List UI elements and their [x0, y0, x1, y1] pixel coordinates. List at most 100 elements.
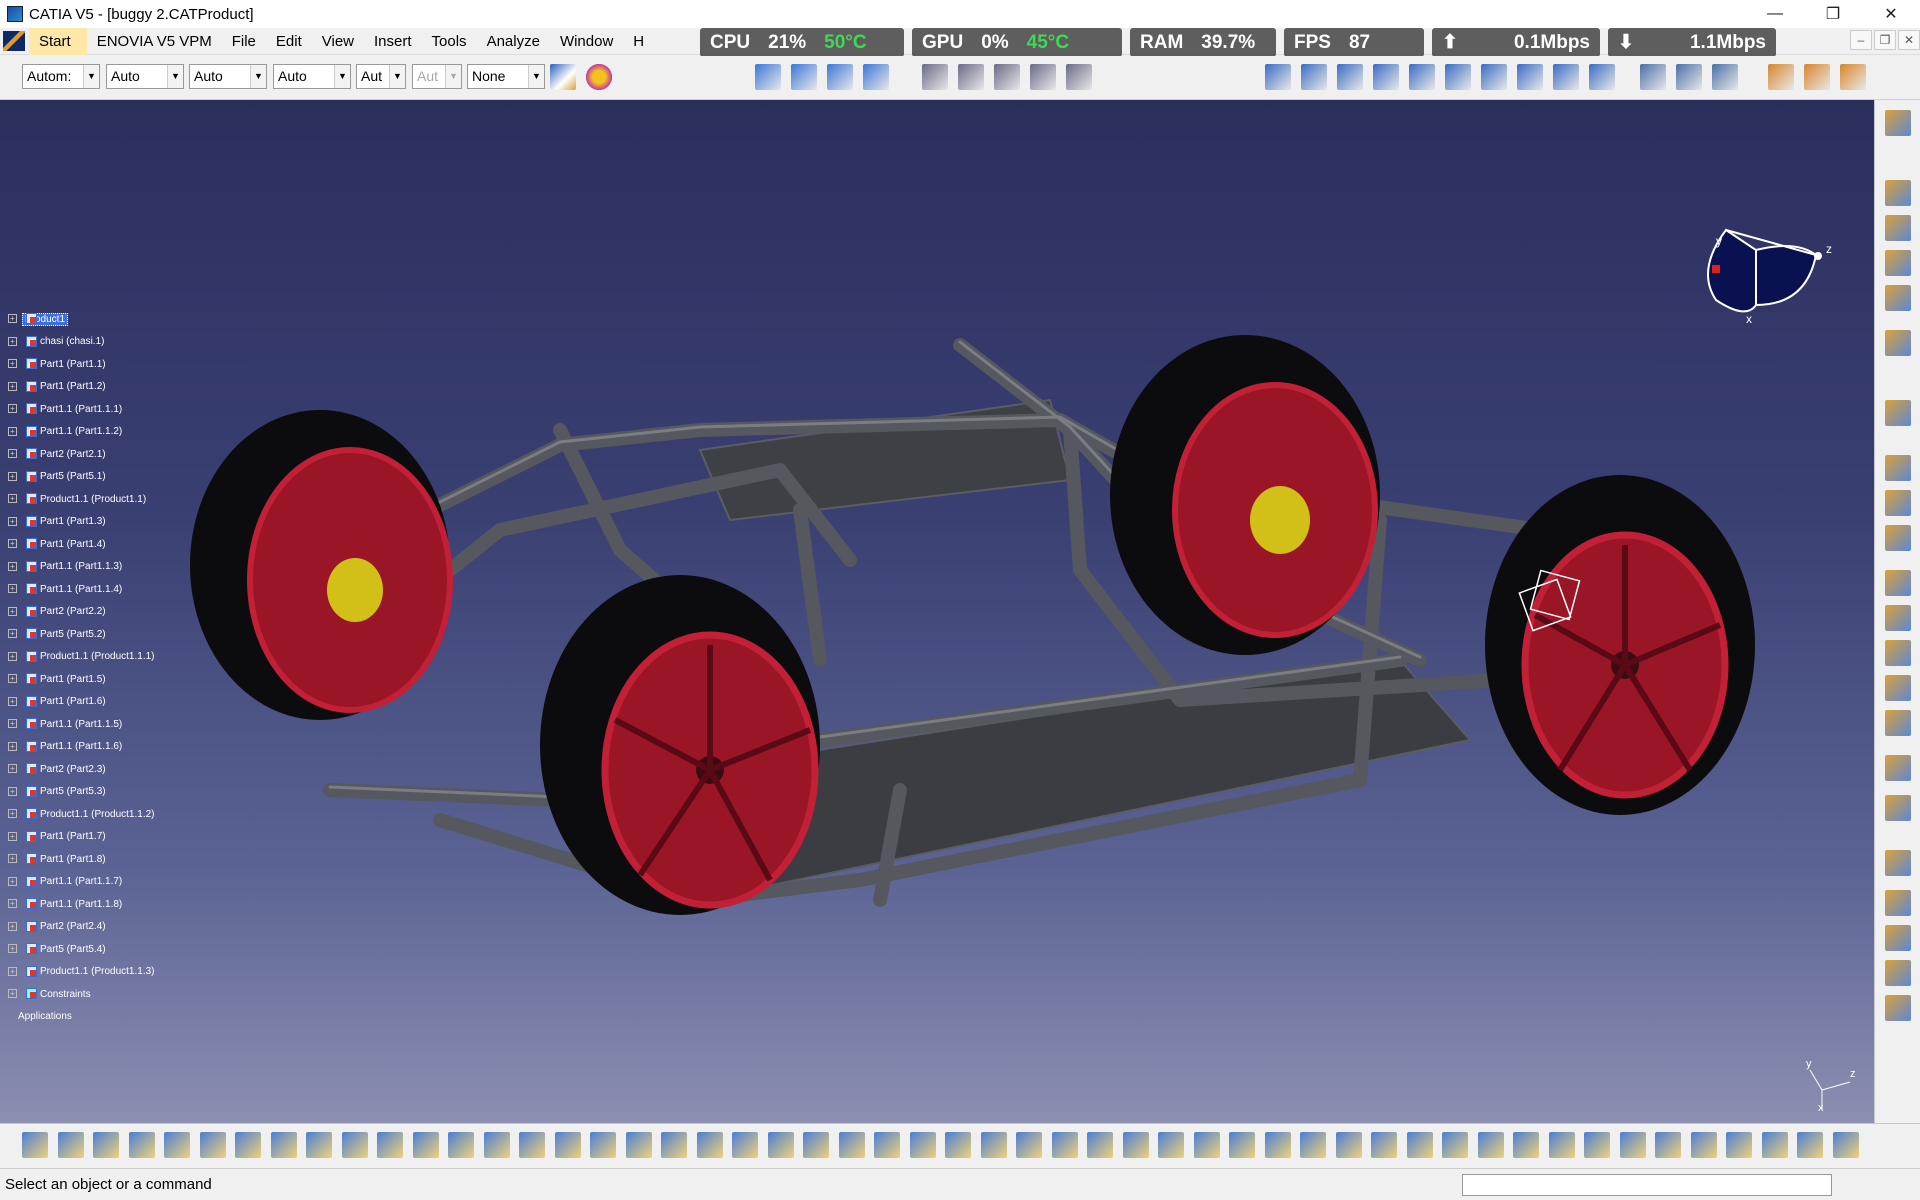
- line-type-select[interactable]: Auto ▼: [273, 64, 351, 89]
- menu-insert[interactable]: Insert: [364, 28, 422, 55]
- graphic-properties-icon[interactable]: [586, 64, 612, 90]
- toolbar-tool-icon[interactable]: [994, 64, 1020, 90]
- menu-view[interactable]: View: [312, 28, 364, 55]
- tree-node[interactable]: + Product1.1 (Product1.1.3): [8, 961, 155, 984]
- workbench-tool-icon[interactable]: [1885, 215, 1911, 241]
- bottom-tool-icon[interactable]: [164, 1132, 190, 1158]
- workbench-tool-icon[interactable]: [1885, 180, 1911, 206]
- bottom-tool-icon[interactable]: [22, 1132, 48, 1158]
- wheel-rear-left[interactable]: [190, 410, 453, 720]
- tree-node[interactable]: + Part1.1 (Part1.1.5): [8, 713, 155, 736]
- bottom-tool-icon[interactable]: [1158, 1132, 1184, 1158]
- expand-icon[interactable]: +: [8, 449, 17, 458]
- bottom-tool-icon[interactable]: [909, 1132, 936, 1158]
- 3d-viewport[interactable]: + Product1 + chasi (chasi.1) + Part1 (Part1.1…: [0, 100, 1874, 1123]
- bottom-tool-icon[interactable]: [1122, 1132, 1149, 1158]
- tree-node[interactable]: + Product1.1 (Product1.1): [8, 488, 155, 511]
- bottom-tool-icon[interactable]: [1761, 1132, 1788, 1158]
- tree-node[interactable]: + Part1 (Part1.8): [8, 848, 155, 871]
- toolbar-tool-icon[interactable]: [1301, 64, 1327, 90]
- tree-node[interactable]: + Part1 (Part1.7): [8, 826, 155, 849]
- toolbar-tool-icon[interactable]: [1373, 64, 1399, 90]
- line-thickness-select[interactable]: Auto ▼: [189, 64, 267, 89]
- transparency-select[interactable]: Auto ▼: [106, 64, 184, 89]
- tree-node[interactable]: + Part5 (Part5.3): [8, 781, 155, 804]
- toolbar-tool-icon[interactable]: [1712, 64, 1738, 90]
- bottom-tool-icon[interactable]: [874, 1132, 900, 1158]
- workbench-tool-icon[interactable]: [1885, 960, 1911, 986]
- tree-node[interactable]: + Part1 (Part1.4): [8, 533, 155, 556]
- bottom-tool-icon[interactable]: [696, 1132, 723, 1158]
- bottom-tool-icon[interactable]: [483, 1132, 510, 1158]
- toolbar-tool-icon[interactable]: [1553, 64, 1579, 90]
- bottom-tool-icon[interactable]: [519, 1132, 545, 1158]
- bottom-tool-icon[interactable]: [57, 1132, 84, 1158]
- bottom-tool-icon[interactable]: [377, 1132, 403, 1158]
- expand-icon[interactable]: +: [8, 696, 17, 706]
- toolbar-tool-icon[interactable]: [1030, 64, 1056, 90]
- toolbar-tool-icon[interactable]: [1517, 64, 1543, 90]
- expand-icon[interactable]: +: [8, 426, 17, 436]
- tree-node[interactable]: + Part1 (Part1.5): [8, 668, 155, 691]
- workbench-tool-icon[interactable]: [1885, 285, 1911, 311]
- maximize-button[interactable]: ❐: [1804, 0, 1862, 28]
- toolbar-tool-icon[interactable]: [1481, 64, 1507, 90]
- bottom-tool-icon[interactable]: [625, 1132, 652, 1158]
- bottom-tool-icon[interactable]: [1193, 1132, 1220, 1158]
- menu-help[interactable]: H: [623, 28, 654, 55]
- expand-icon[interactable]: +: [8, 561, 17, 571]
- toolbar-tool-icon[interactable]: [755, 64, 781, 90]
- minimize-button[interactable]: —: [1746, 0, 1804, 28]
- tree-node[interactable]: + Part1.1 (Part1.1.2): [8, 421, 155, 444]
- workbench-tool-icon[interactable]: [1885, 570, 1911, 596]
- workbench-tool-icon[interactable]: [1885, 110, 1911, 136]
- toolbar-tool-icon[interactable]: [827, 64, 853, 90]
- bottom-tool-icon[interactable]: [306, 1132, 332, 1158]
- bottom-tool-icon[interactable]: [1655, 1132, 1681, 1158]
- bottom-tool-icon[interactable]: [199, 1132, 226, 1158]
- menu-start[interactable]: Start: [29, 27, 87, 55]
- bottom-tool-icon[interactable]: [554, 1132, 581, 1158]
- catia-logo-icon[interactable]: [3, 31, 25, 51]
- expand-icon[interactable]: +: [8, 471, 17, 481]
- menu-window[interactable]: Window: [550, 28, 623, 55]
- expand-icon[interactable]: +: [8, 336, 17, 346]
- expand-icon[interactable]: +: [8, 854, 17, 863]
- expand-icon[interactable]: +: [8, 359, 17, 368]
- format-painter-icon[interactable]: [550, 64, 576, 90]
- workbench-tool-icon[interactable]: [1885, 710, 1911, 736]
- workbench-tool-icon[interactable]: [1885, 795, 1911, 821]
- tree-node-constraints[interactable]: + Constraints: [8, 983, 155, 1006]
- menu-tools[interactable]: Tools: [422, 28, 477, 55]
- bottom-tool-icon[interactable]: [448, 1132, 474, 1158]
- expand-icon[interactable]: +: [8, 764, 17, 773]
- fill-color-select[interactable]: Autom: ▼: [22, 64, 100, 89]
- bottom-tool-icon[interactable]: [1513, 1132, 1539, 1158]
- bottom-tool-icon[interactable]: [590, 1132, 616, 1158]
- expand-icon[interactable]: +: [8, 786, 17, 796]
- toolbar-tool-icon[interactable]: [863, 64, 889, 90]
- bottom-tool-icon[interactable]: [803, 1132, 829, 1158]
- bottom-tool-icon[interactable]: [1087, 1132, 1113, 1158]
- tree-node[interactable]: + Part2 (Part2.1): [8, 443, 155, 466]
- workbench-tool-icon[interactable]: [1885, 330, 1911, 356]
- expand-icon[interactable]: +: [8, 876, 17, 886]
- tree-node[interactable]: + Part1 (Part1.2): [8, 376, 155, 399]
- close-button[interactable]: ✕: [1862, 0, 1920, 28]
- doc-restore-button[interactable]: ❐: [1874, 30, 1896, 50]
- bottom-tool-icon[interactable]: [1477, 1132, 1504, 1158]
- doc-minimize-button[interactable]: –: [1850, 30, 1872, 50]
- bottom-tool-icon[interactable]: [1690, 1132, 1717, 1158]
- bottom-tool-icon[interactable]: [1300, 1132, 1326, 1158]
- expand-icon[interactable]: +: [8, 381, 17, 391]
- tree-node-applications[interactable]: Applications: [8, 1006, 155, 1029]
- expand-icon[interactable]: +: [8, 989, 17, 998]
- bottom-tool-icon[interactable]: [128, 1132, 155, 1158]
- tree-node[interactable]: + Part1.1 (Part1.1.7): [8, 871, 155, 894]
- toolbar-tool-icon[interactable]: [1589, 64, 1615, 90]
- bottom-tool-icon[interactable]: [1406, 1132, 1433, 1158]
- toolbar-tool-icon[interactable]: [958, 64, 984, 90]
- workbench-tool-icon[interactable]: [1885, 250, 1911, 276]
- expand-icon[interactable]: +: [8, 404, 17, 413]
- tree-node[interactable]: + chasi (chasi.1): [8, 331, 155, 354]
